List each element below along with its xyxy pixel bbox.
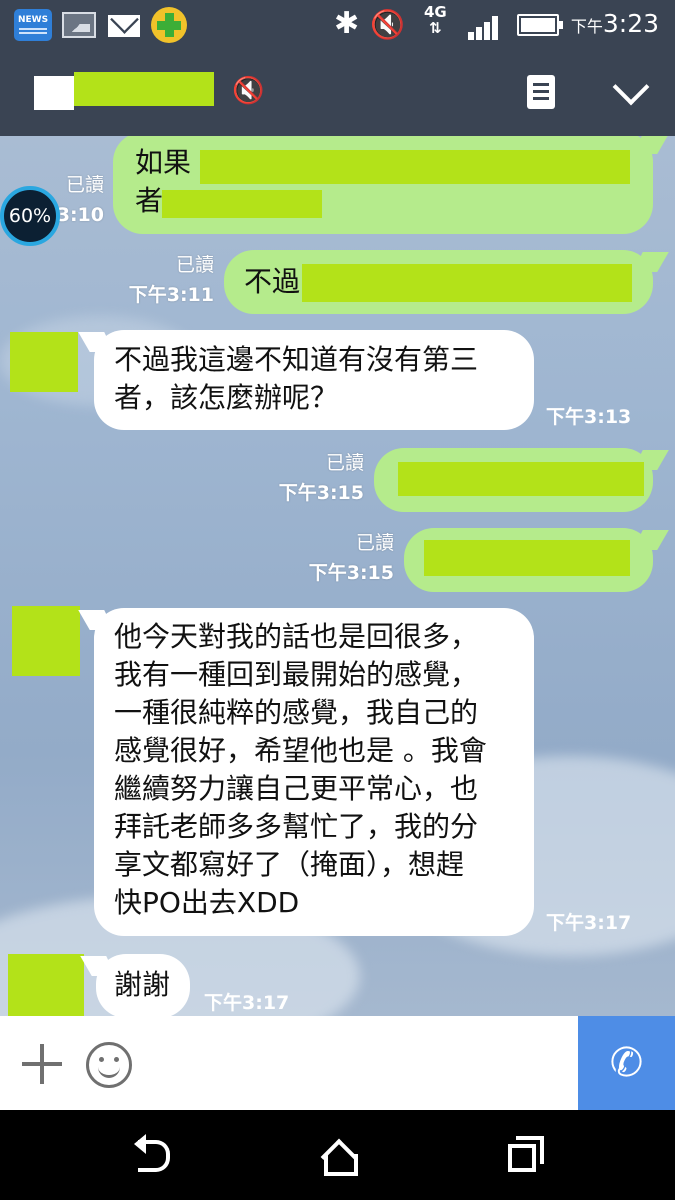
message-text: 我有一種回到最開始的感覺， — [114, 658, 479, 691]
emoji-icon[interactable] — [86, 1042, 132, 1088]
back-icon[interactable] — [134, 1134, 170, 1172]
message-bubble-incoming[interactable]: 謝謝 — [96, 954, 190, 1016]
news-icon: NEWS — [14, 9, 52, 41]
battery-percent-overlay[interactable]: 60% — [0, 186, 60, 246]
recent-apps-icon[interactable] — [508, 1136, 544, 1172]
avatar[interactable] — [10, 332, 78, 392]
message-bubble-incoming[interactable]: 不過我這邊不知道有沒有第三 者，該怎麼辦呢？ — [94, 330, 534, 430]
message-text: 不過我這邊不知道有沒有第三 — [114, 343, 479, 376]
message-text: 他今天對我的話也是回很多， — [114, 620, 479, 653]
message-time: 下午3:13 — [546, 406, 632, 428]
message-time: 下午3:17 — [204, 992, 290, 1014]
message-time: 下午3:17 — [546, 912, 632, 934]
status-time: 下午3:23 — [570, 9, 659, 38]
battery-icon — [517, 14, 563, 36]
security-plus-icon — [151, 7, 187, 43]
bluetooth-icon: ✱ — [334, 6, 360, 41]
message-meta: 已讀 下午3:11 — [128, 254, 214, 306]
chat-header: 🔇 — [0, 48, 675, 136]
message-text: 快PO出去XDD — [114, 886, 300, 919]
message-text: 享文都寫好了（掩面），想趕 — [114, 848, 465, 881]
phone-call-button[interactable]: ✆ — [578, 1016, 675, 1110]
signal-icon — [468, 12, 504, 40]
message-text: 繼續努力讓自己更平常心，也 — [114, 772, 479, 805]
message-meta: 已讀 下午3:15 — [308, 532, 394, 584]
phone-icon: ✆ — [609, 1040, 644, 1086]
chat-muted-icon: 🔇 — [232, 76, 265, 106]
message-text: 拜託老師多多幫忙了，我的分 — [114, 810, 479, 843]
mute-speaker-icon: 🔇 — [370, 8, 405, 41]
chat-area[interactable]: 如果 者 已讀 3:10 60% 不過 已讀 下午3:11 不過我這邊不知道有沒… — [0, 136, 675, 1016]
navigation-bar — [0, 1110, 675, 1200]
redaction-block — [398, 462, 644, 496]
mail-icon — [108, 15, 140, 37]
message-meta: 已讀 下午3:15 — [278, 452, 364, 504]
message-text: 一種很純粹的感覺，我自己的 — [114, 696, 479, 729]
message-text: 者，該怎麼辦呢？ — [114, 381, 339, 414]
chevron-down-icon[interactable] — [611, 72, 647, 108]
avatar[interactable] — [12, 606, 80, 676]
chat-title-redacted[interactable] — [34, 72, 214, 110]
note-icon[interactable] — [527, 75, 555, 109]
message-input-bar: ✆ — [0, 1016, 675, 1110]
redaction-block — [162, 190, 322, 218]
network-4g-icon: 4G ⇅ — [424, 3, 447, 37]
avatar[interactable] — [8, 954, 84, 1016]
redaction-block — [302, 264, 632, 302]
redaction-block — [200, 150, 630, 184]
home-icon[interactable] — [320, 1140, 358, 1176]
message-text: 感覺很好，希望他也是 。我會 — [114, 734, 487, 767]
gallery-icon — [62, 12, 96, 38]
redaction-block — [424, 540, 630, 576]
message-bubble-incoming[interactable]: 他今天對我的話也是回很多， 我有一種回到最開始的感覺， 一種很純粹的感覺，我自己… — [94, 608, 534, 936]
plus-icon[interactable] — [22, 1044, 62, 1084]
message-text: 謝謝 — [114, 968, 171, 1001]
status-bar: NEWS ✱ 🔇 4G ⇅ 下午3:23 — [0, 0, 675, 48]
